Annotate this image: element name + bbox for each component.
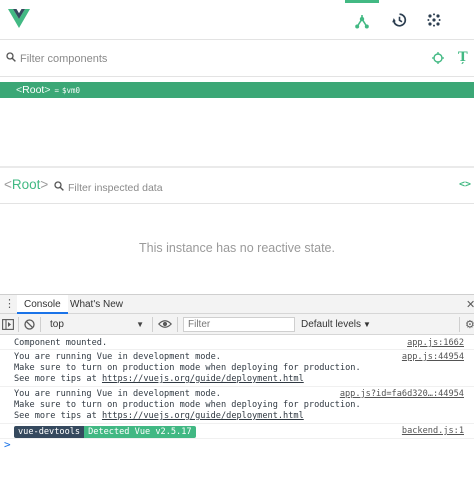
console-docs-link[interactable]: https://vuejs.org/guide/deployment.html bbox=[102, 374, 304, 384]
console-docs-link[interactable]: https://vuejs.org/guide/deployment.html bbox=[102, 411, 304, 421]
vue-devtools-badge: vue-devtools bbox=[14, 426, 85, 438]
live-expression-eye-icon[interactable] bbox=[158, 319, 172, 329]
console-source-link[interactable]: app.js:1662 bbox=[407, 338, 464, 349]
log-levels-select[interactable]: Default levels ▼ bbox=[301, 316, 371, 333]
tree-row-root[interactable]: <Root> = $vm0 bbox=[0, 82, 474, 98]
tree-vm-equals: = bbox=[54, 86, 59, 95]
tab-events[interactable] bbox=[417, 0, 451, 40]
filter-inspected-data-input[interactable] bbox=[68, 180, 268, 195]
filter-components-input[interactable] bbox=[20, 51, 320, 67]
log-levels-value: Default levels bbox=[301, 319, 362, 330]
tab-whats-new[interactable]: What's New bbox=[63, 295, 130, 314]
drawer-menu-icon[interactable]: ⋮ bbox=[4, 298, 15, 310]
inspector-tag-close: > bbox=[40, 177, 49, 192]
console-message: You are running Vue in development mode.… bbox=[0, 389, 474, 424]
console-sidebar-toggle-icon[interactable] bbox=[2, 319, 14, 330]
console-prompt-chevron-icon[interactable]: > bbox=[4, 438, 11, 451]
toolbar-divider bbox=[18, 317, 19, 332]
inspector-component-name: Root bbox=[11, 177, 41, 192]
inspector-tag-open: < bbox=[4, 177, 12, 192]
component-tree: <Root> = $vm0 bbox=[0, 78, 474, 166]
drawer-close-icon[interactable]: ✕ bbox=[466, 298, 474, 311]
tree-component-name: Root bbox=[22, 84, 45, 96]
tree-tag-close: > bbox=[44, 84, 51, 96]
devtools-toolbar bbox=[0, 0, 474, 40]
select-component-target-icon[interactable] bbox=[432, 52, 444, 64]
detected-vue-badge: Detected Vue v2.5.17 bbox=[84, 426, 196, 438]
execution-context-select[interactable]: top ▼ bbox=[44, 316, 148, 333]
console-toolbar: top ▼ Default levels▼ ⚙ bbox=[0, 314, 474, 335]
format-names-icon[interactable]: Ț bbox=[458, 50, 468, 65]
toolbar-divider bbox=[40, 317, 41, 332]
console-message-text: You are running Vue in development mode. bbox=[14, 389, 221, 399]
chevron-down-icon: ▼ bbox=[136, 320, 144, 329]
console-settings-gear-icon[interactable]: ⚙ bbox=[465, 318, 474, 331]
console-message-text: You are running Vue in development mode. bbox=[14, 352, 221, 362]
console-message-text: See more tips at https://vuejs.org/guide… bbox=[14, 374, 304, 385]
inspect-dom-code-icon[interactable]: <> bbox=[459, 179, 471, 190]
console-source-link[interactable]: app.js:44954 bbox=[402, 352, 464, 363]
console-message-prefix: See more tips at bbox=[14, 374, 102, 384]
console-message-text: Make sure to turn on production mode whe… bbox=[14, 400, 361, 410]
vue-logo bbox=[8, 9, 30, 28]
chevron-down-icon: ▼ bbox=[363, 320, 371, 329]
search-icon bbox=[6, 52, 16, 62]
toolbar-divider bbox=[177, 317, 178, 332]
console-source-link[interactable]: backend.js:1 bbox=[402, 426, 464, 437]
console-message-text: Make sure to turn on production mode whe… bbox=[14, 363, 361, 373]
inspector-empty-message: This instance has no reactive state. bbox=[139, 241, 335, 255]
console-messages: Component mounted. app.js:1662 You are r… bbox=[0, 335, 474, 498]
console-message-text: See more tips at https://vuejs.org/guide… bbox=[14, 411, 304, 422]
component-tree-icon bbox=[355, 14, 369, 28]
components-filter-bar: Ț bbox=[0, 41, 474, 77]
tab-console[interactable]: Console bbox=[17, 295, 68, 314]
clear-console-icon[interactable] bbox=[24, 319, 35, 330]
toolbar-divider bbox=[459, 317, 460, 332]
tab-vuex-history[interactable] bbox=[382, 0, 416, 40]
console-message: vue-devtools Detected Vue v2.5.17 backend… bbox=[0, 426, 474, 439]
drawer-tabbar: ⋮ Console What's New ✕ bbox=[0, 294, 474, 314]
console-filter-input[interactable] bbox=[183, 317, 295, 332]
tab-components[interactable] bbox=[345, 0, 379, 40]
inspector-title: <Root> bbox=[4, 177, 48, 192]
console-source-link[interactable]: app.js?id=fa6d320…:44954 bbox=[340, 389, 464, 400]
toolbar-divider bbox=[152, 317, 153, 332]
console-message: Component mounted. app.js:1662 bbox=[0, 338, 474, 350]
inspector-header: <Root> <> bbox=[0, 168, 474, 204]
console-devtools-badges: vue-devtools Detected Vue v2.5.17 bbox=[14, 426, 196, 438]
console-message-prefix: See more tips at bbox=[14, 411, 102, 421]
console-message-text: Component mounted. bbox=[14, 338, 108, 348]
tree-vm-ref: $vm0 bbox=[61, 86, 81, 95]
search-icon bbox=[54, 181, 64, 191]
events-icon bbox=[427, 13, 441, 27]
console-message: You are running Vue in development mode.… bbox=[0, 352, 474, 387]
history-icon bbox=[392, 13, 407, 27]
execution-context-value: top bbox=[50, 319, 64, 330]
